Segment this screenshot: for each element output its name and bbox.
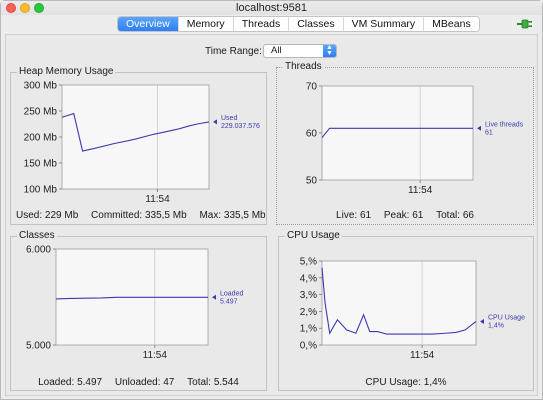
tab-bar: Overview Memory Threads Classes VM Summa… xyxy=(117,16,480,32)
heap-memory-chart: 300 Mb 250 Mb 200 Mb 150 Mb 100 Mb 11:54 Used2… xyxy=(24,81,260,206)
classes-xtick-label: 11:54 xyxy=(143,350,168,361)
threads-live-stat: Live: 61 xyxy=(336,210,372,221)
threads-total-stat: Total: 66 xyxy=(436,210,474,221)
cpu-ytick-label: 4,% xyxy=(300,273,317,284)
title-bar: localhost:9581 xyxy=(1,1,542,15)
heap-series-value: 229.037.576 xyxy=(221,123,260,130)
classes-ytick-label: 6.000 xyxy=(26,245,51,256)
cpu-ytick-label: 1,% xyxy=(300,324,317,335)
classes-series-name: Loaded xyxy=(220,290,243,297)
heap-memory-stats: Used: 229 Mb Committed: 335,5 Mb Max: 33… xyxy=(11,210,266,221)
heap-committed-stat: Committed: 335,5 Mb xyxy=(91,210,187,221)
chevron-updown-icon: ▲ ▼ xyxy=(323,44,336,57)
classes-ytick-label: 5.000 xyxy=(26,341,51,352)
threads-chart: 70 60 50 11:54 Live threads61 xyxy=(306,82,524,197)
time-range-label: Time Range: xyxy=(205,46,262,57)
tab-overview[interactable]: Overview xyxy=(118,17,179,31)
connection-plug-icon[interactable] xyxy=(517,17,535,31)
cpu-series-value: 1,4% xyxy=(488,322,504,329)
threads-stats: Live: 61 Peak: 61 Total: 66 xyxy=(277,210,533,221)
cpu-usage-stat: CPU Usage: 1,4% xyxy=(365,377,447,388)
time-range-value: All xyxy=(271,45,282,56)
threads-plot-area xyxy=(321,85,474,181)
threads-panel[interactable]: Threads 70 60 50 11:54 Live threads 61 Live: … xyxy=(276,61,534,225)
heap-value-marker xyxy=(213,119,217,125)
jconsole-window: localhost:9581 Overview Memory Threads C… xyxy=(0,0,543,400)
minimize-window-button[interactable] xyxy=(20,3,30,13)
heap-ytick-label: 150 Mb xyxy=(24,159,58,170)
tab-threads[interactable]: Threads xyxy=(233,17,290,31)
heap-series-name: Used xyxy=(221,115,237,122)
cpu-ytick-label: 5,% xyxy=(300,257,317,268)
tab-classes[interactable]: Classes xyxy=(289,17,344,31)
classes-chart: 6.000 5.000 11:54 Loaded5.497 xyxy=(26,245,243,362)
classes-value-marker xyxy=(212,294,216,300)
classes-total-stat: Total: 5.544 xyxy=(187,377,239,388)
heap-ytick-label: 250 Mb xyxy=(24,107,58,118)
threads-ytick-label: 60 xyxy=(306,129,318,140)
cpu-xtick-label: 11:54 xyxy=(410,350,435,361)
threads-ytick-label: 50 xyxy=(306,176,318,187)
cpu-value-marker xyxy=(480,318,484,324)
threads-series-name: Live threads xyxy=(485,121,524,128)
heap-ytick-label: 100 Mb xyxy=(24,185,58,196)
classes-unloaded-stat: Unloaded: 47 xyxy=(114,377,175,388)
window-title: localhost:9581 xyxy=(236,2,307,14)
threads-peak-stat: Peak: 61 xyxy=(383,210,424,221)
classes-stats: Loaded: 5.497 Unloaded: 47 Total: 5.544 xyxy=(11,377,266,388)
threads-xtick-label: 11:54 xyxy=(408,185,433,196)
cpu-series-name: CPU Usage xyxy=(488,314,525,321)
heap-memory-panel: Heap Memory Usage 300 Mb 250 Mb 200 Mb 150 … xyxy=(10,66,267,225)
tab-mbeans[interactable]: MBeans xyxy=(424,17,479,31)
classes-series-value: 5.497 xyxy=(220,298,238,305)
heap-plot-area xyxy=(61,84,210,190)
cpu-usage-stats: CPU Usage: 1,4% xyxy=(279,377,533,388)
heap-max-stat: Max: 335,5 Mb xyxy=(199,210,266,221)
classes-panel: Classes 6.000 5.000 11:54 Loaded 5.497 Loade… xyxy=(10,230,267,391)
cpu-usage-chart: 5,% 4,% 3,% 2,% 1,% 0,% 11:54 CPU Usage1,4% xyxy=(300,257,525,362)
cpu-ytick-label: 0,% xyxy=(300,341,317,352)
tab-memory[interactable]: Memory xyxy=(178,17,234,31)
cpu-usage-panel: CPU Usage 5,% 4,% 3,% 2,% 1,% 0,% 11:54 CPU Usa… xyxy=(278,230,534,391)
tab-vm-summary[interactable]: VM Summary xyxy=(343,17,425,31)
heap-ytick-label: 200 Mb xyxy=(24,133,58,144)
classes-loaded-stat: Loaded: 5.497 xyxy=(38,377,103,388)
cpu-ytick-label: 3,% xyxy=(300,290,317,301)
heap-xtick-label: 11:54 xyxy=(145,194,170,205)
close-window-button[interactable] xyxy=(6,3,16,13)
cpu-ytick-label: 2,% xyxy=(300,307,317,318)
heap-used-stat: Used: 229 Mb xyxy=(16,210,79,221)
heap-ytick-label: 300 Mb xyxy=(24,81,58,92)
threads-value-marker xyxy=(477,125,481,131)
threads-ytick-label: 70 xyxy=(306,82,318,93)
time-range-select[interactable]: All ▲ ▼ xyxy=(263,44,337,58)
maximize-window-button[interactable] xyxy=(34,3,44,13)
threads-series-value: 61 xyxy=(485,129,493,136)
